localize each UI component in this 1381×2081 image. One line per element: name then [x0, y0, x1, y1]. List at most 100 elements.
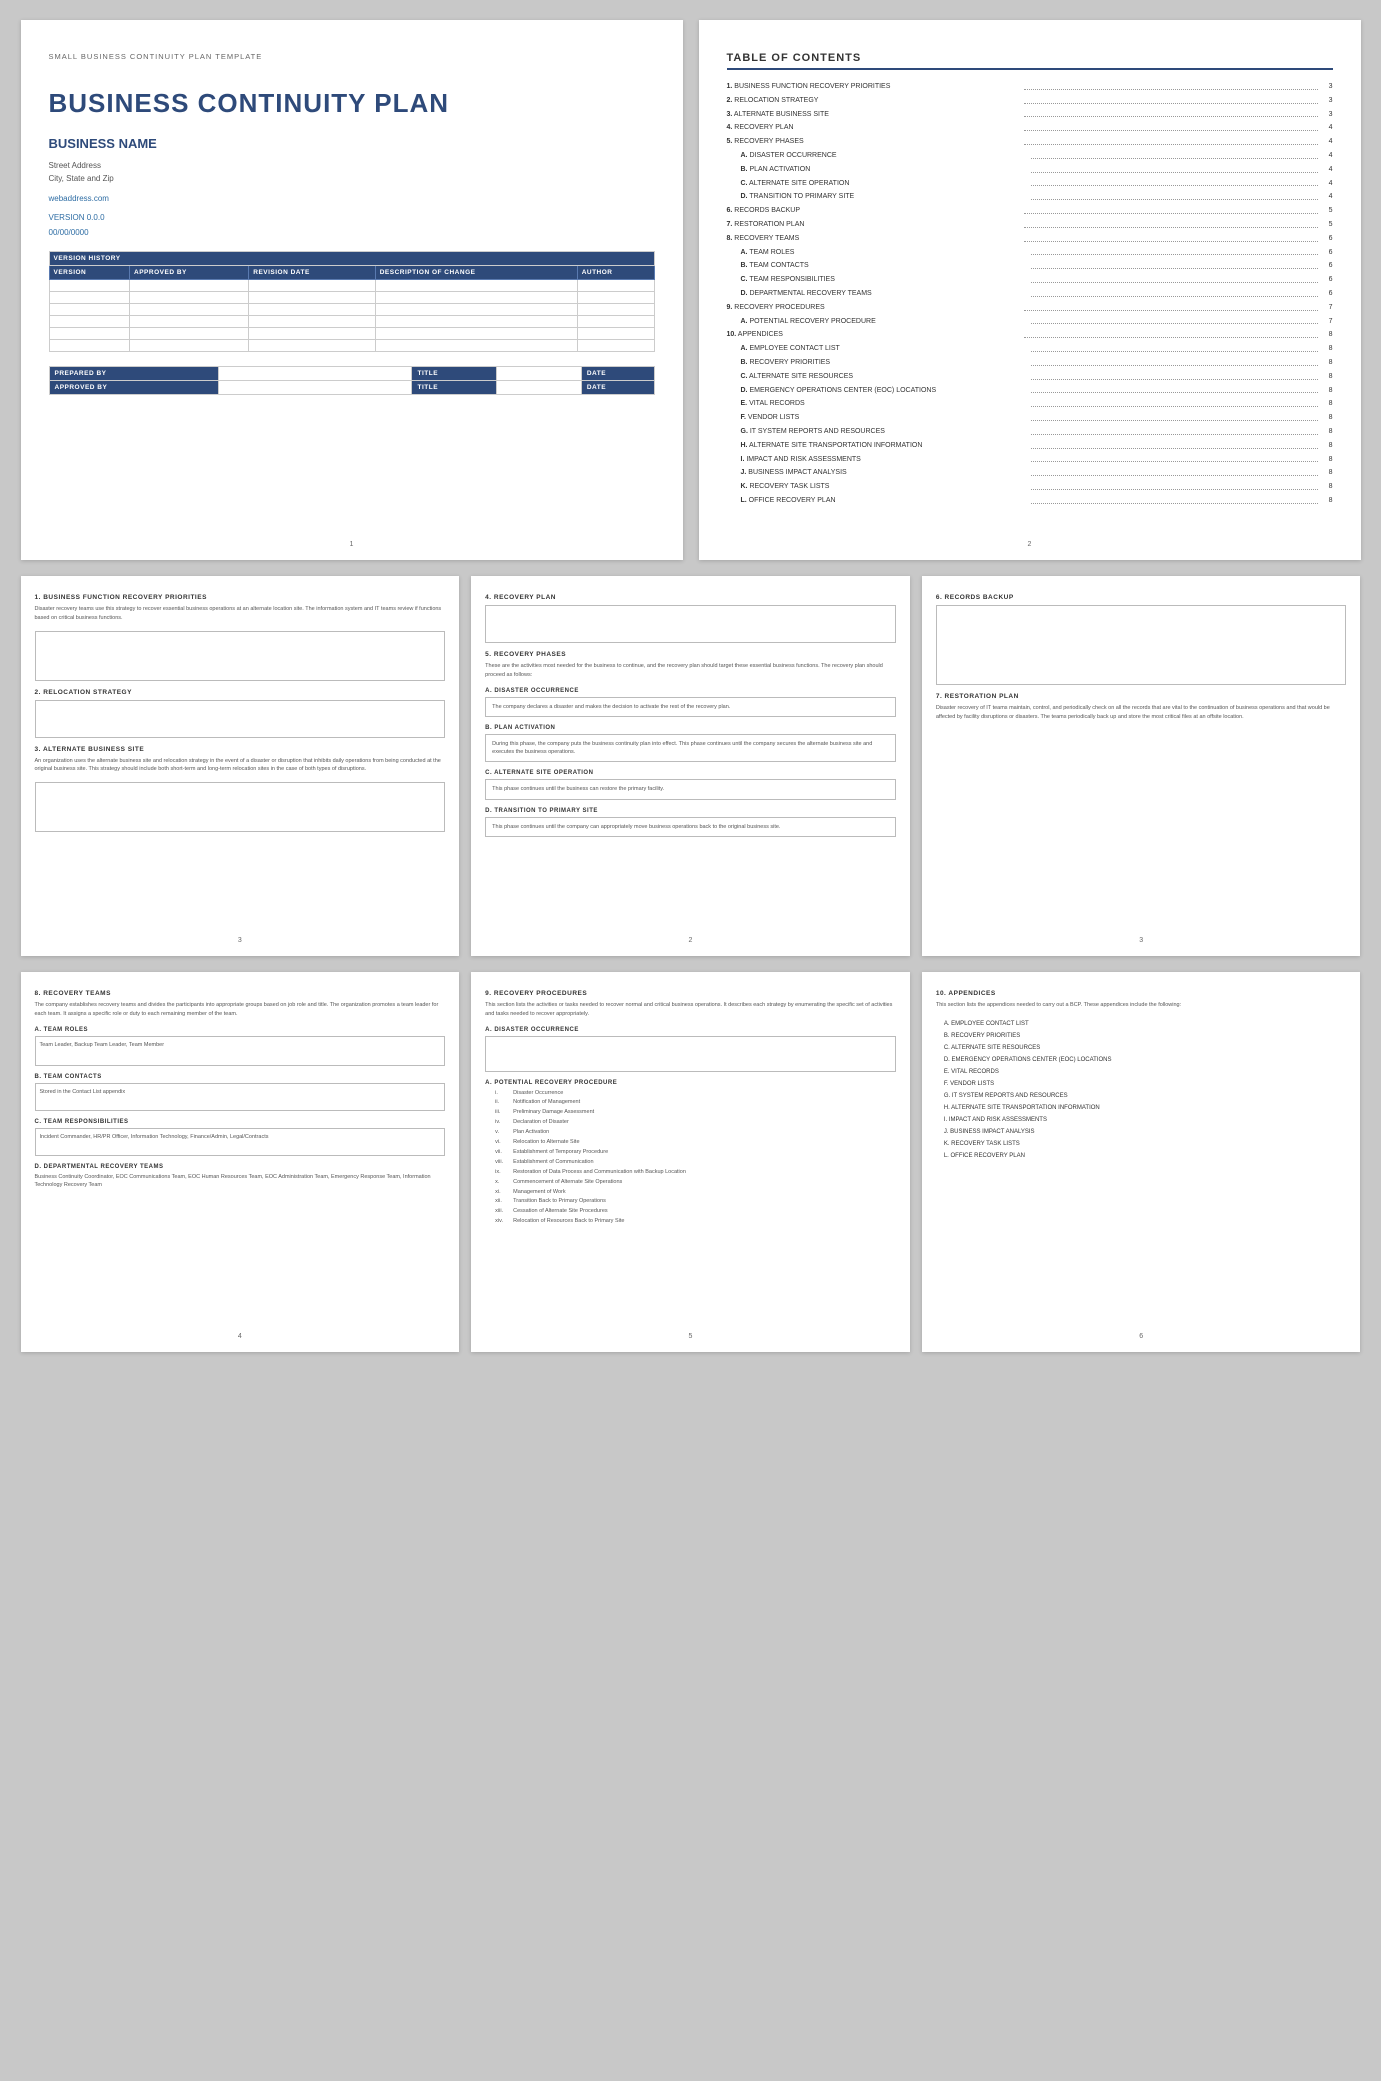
approved-name	[218, 380, 412, 394]
page-num-3: 3	[238, 937, 242, 944]
procedure-item: iv.Declaration of Disaster	[495, 1118, 896, 1128]
toc-dots	[1024, 206, 1318, 214]
col-version: VERSION	[49, 265, 130, 279]
page-7: 9. RECOVERY PROCEDURES This section list…	[471, 972, 910, 1352]
toc-page: 4	[1321, 165, 1333, 175]
table-row	[49, 327, 654, 339]
teamA-heading: A. TEAM ROLES	[35, 1027, 446, 1033]
toc-item-label: A. EMPLOYEE CONTACT LIST	[741, 344, 1028, 354]
toc-dots	[1031, 496, 1318, 504]
toc-item: D. DEPARTMENTAL RECOVERY TEAMS 6	[727, 289, 1333, 299]
toc-dots	[1024, 303, 1318, 311]
toc-item: K. RECOVERY TASK LISTS 8	[727, 482, 1333, 492]
toc-item: G. IT SYSTEM REPORTS AND RESOURCES 8	[727, 427, 1333, 437]
appendix-item: A. EMPLOYEE CONTACT LIST	[936, 1018, 1347, 1030]
toc-dots	[1024, 123, 1318, 131]
teamC-heading: C. TEAM RESPONSIBILITIES	[35, 1119, 446, 1125]
toc-dots	[1031, 358, 1318, 366]
toc-item: 9. RECOVERY PROCEDURES 7	[727, 303, 1333, 313]
teamB-heading: B. TEAM CONTACTS	[35, 1074, 446, 1080]
toc-item: L. OFFICE RECOVERY PLAN 8	[727, 496, 1333, 506]
p7-phaseA-box	[485, 1036, 896, 1072]
s4-heading: 4. RECOVERY PLAN	[485, 594, 896, 601]
toc-dots	[1024, 137, 1318, 145]
toc-dots	[1024, 110, 1318, 118]
toc-item-label: C. ALTERNATE SITE RESOURCES	[741, 372, 1028, 382]
toc-page: 8	[1321, 413, 1333, 423]
s7-body: Disaster recovery of IT teams maintain, …	[936, 704, 1347, 722]
appendix-item: E. VITAL RECORDS	[936, 1066, 1347, 1078]
toc-page: 8	[1321, 455, 1333, 465]
toc-dots	[1024, 220, 1318, 228]
appendix-item: L. OFFICE RECOVERY PLAN	[936, 1150, 1347, 1162]
toc-dots	[1031, 482, 1318, 490]
phaseB-heading: B. PLAN ACTIVATION	[485, 725, 896, 731]
toc-item-label: 5. RECOVERY PHASES	[727, 137, 1021, 147]
table-row	[49, 303, 654, 315]
toc-page: 8	[1321, 358, 1333, 368]
s10-heading: 10. APPENDICES	[936, 990, 1347, 997]
procedure-item: viii.Establishment of Communication	[495, 1158, 896, 1168]
s9-body: This section lists the activities or tas…	[485, 1001, 896, 1019]
appendix-item: D. EMERGENCY OPERATIONS CENTER (EOC) LOC…	[936, 1054, 1347, 1066]
toc-item-label: B. RECOVERY PRIORITIES	[741, 358, 1028, 368]
toc-page: 4	[1321, 137, 1333, 147]
appendix-item: C. ALTERNATE SITE RESOURCES	[936, 1042, 1347, 1054]
s5-body: These are the activities most needed for…	[485, 662, 896, 680]
version-history-header: VERSION HISTORY	[49, 251, 654, 265]
procedure-item: xii.Transition Back to Primary Operation…	[495, 1197, 896, 1207]
toc-item-label: 4. RECOVERY PLAN	[727, 123, 1021, 133]
toc-dots	[1031, 275, 1318, 283]
s8-body: The company establishes recovery teams a…	[35, 1001, 446, 1019]
s2-heading: 2. RELOCATION STRATEGY	[35, 689, 446, 696]
toc-page: 4	[1321, 179, 1333, 189]
title-label: TITLE	[412, 366, 497, 380]
appendix-item: H. ALTERNATE SITE TRANSPORTATION INFORMA…	[936, 1102, 1347, 1114]
phaseD-heading: D. TRANSITION TO PRIMARY SITE	[485, 808, 896, 814]
page-2: TABLE OF CONTENTS 1. BUSINESS FUNCTION R…	[699, 20, 1361, 560]
appendix-item: J. BUSINESS IMPACT ANALYSIS	[936, 1126, 1347, 1138]
toc-item-label: I. IMPACT AND RISK ASSESSMENTS	[741, 455, 1028, 465]
toc-item-label: J. BUSINESS IMPACT ANALYSIS	[741, 468, 1028, 478]
phaseA-heading: A. DISASTER OCCURRENCE	[485, 688, 896, 694]
phaseA-box: The company declares a disaster and make…	[485, 697, 896, 717]
appendix-item: I. IMPACT AND RISK ASSESSMENTS	[936, 1114, 1347, 1126]
toc-dots	[1024, 96, 1318, 104]
toc-dots	[1031, 468, 1318, 476]
phaseB-box: During this phase, the company puts the …	[485, 734, 896, 763]
toc-dots	[1031, 413, 1318, 421]
toc-item-label: 1. BUSINESS FUNCTION RECOVERY PRIORITIES	[727, 82, 1021, 92]
toc-page: 4	[1321, 123, 1333, 133]
toc-page: 8	[1321, 482, 1333, 492]
s5-heading: 5. RECOVERY PHASES	[485, 651, 896, 658]
s7-heading: 7. RESTORATION PLAN	[936, 693, 1347, 700]
toc-page: 6	[1321, 261, 1333, 271]
toc-page: 8	[1321, 399, 1333, 409]
phaseC-box: This phase continues until the business …	[485, 779, 896, 799]
col-author: AUTHOR	[577, 265, 654, 279]
toc-item-label: A. DISASTER OCCURRENCE	[741, 151, 1028, 161]
toc-item: C. TEAM RESPONSIBILITIES 6	[727, 275, 1333, 285]
toc-item: D. EMERGENCY OPERATIONS CENTER (EOC) LOC…	[727, 386, 1333, 396]
toc-item-label: 3. ALTERNATE BUSINESS SITE	[727, 110, 1021, 120]
s9-heading: 9. RECOVERY PROCEDURES	[485, 990, 896, 997]
toc-item: 7. RESTORATION PLAN 5	[727, 220, 1333, 230]
toc-item-label: B. TEAM CONTACTS	[741, 261, 1028, 271]
toc-page: 6	[1321, 234, 1333, 244]
page-3: 1. BUSINESS FUNCTION RECOVERY PRIORITIES…	[21, 576, 460, 956]
procedure-item: vi.Relocation to Alternate Site	[495, 1138, 896, 1148]
toc-item: A. POTENTIAL RECOVERY PROCEDURE 7	[727, 317, 1333, 327]
teamB-box: Stored in the Contact List appendix	[35, 1083, 446, 1111]
toc-dots	[1031, 399, 1318, 407]
toc-page: 8	[1321, 441, 1333, 451]
page-8: 10. APPENDICES This section lists the ap…	[922, 972, 1361, 1352]
toc-item-label: F. VENDOR LISTS	[741, 413, 1028, 423]
toc-page: 8	[1321, 468, 1333, 478]
procedure-item: xi.Management of Work	[495, 1188, 896, 1198]
s1-body: Disaster recovery teams use this strateg…	[35, 605, 446, 623]
page-num-7: 5	[689, 1333, 693, 1340]
toc-page: 4	[1321, 192, 1333, 202]
procedure-item: vii.Establishment of Temporary Procedure	[495, 1148, 896, 1158]
s1-heading: 1. BUSINESS FUNCTION RECOVERY PRIORITIES	[35, 594, 446, 601]
toc-item: 3. ALTERNATE BUSINESS SITE 3	[727, 110, 1333, 120]
